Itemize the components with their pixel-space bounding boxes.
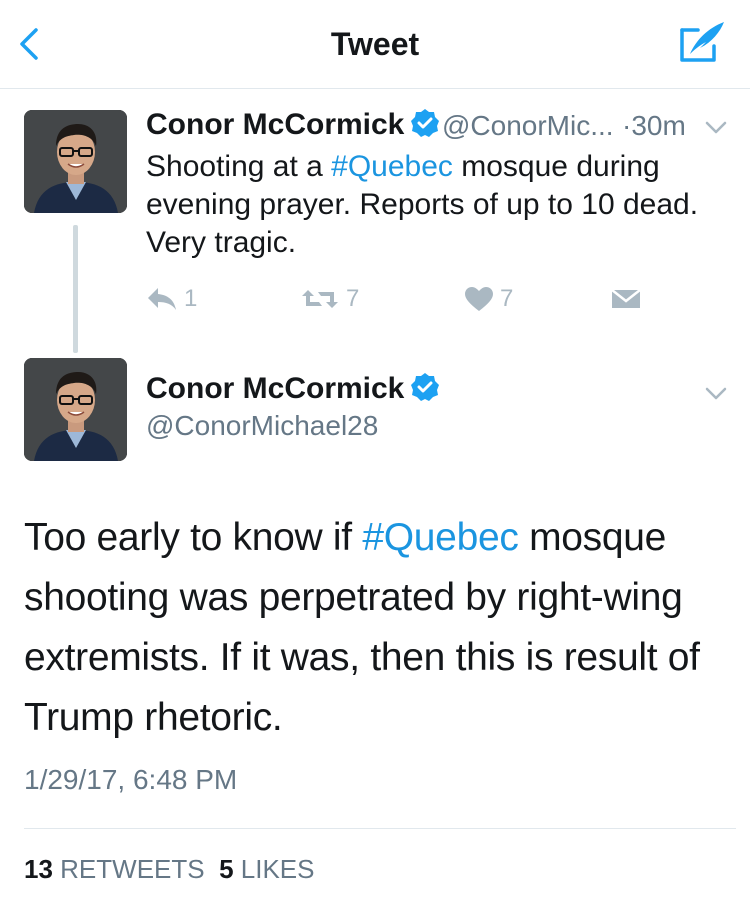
tweet-time: ·30m [622,110,686,141]
tweet-text: Shooting at a #Quebec mosque during even… [146,150,699,259]
like-button[interactable]: 7 [464,284,513,314]
tweet-header: Conor McCormick [146,108,440,148]
heart-icon [465,287,493,311]
divider [24,828,736,829]
avatar[interactable] [24,358,127,461]
user-name[interactable]: Conor McCormick [146,372,404,405]
user-handle[interactable]: @ConorMichael28 [146,410,378,442]
direct-message-button[interactable] [610,284,648,314]
verified-badge-icon [410,108,440,138]
hashtag-link[interactable]: #Quebec [331,150,453,183]
user-name[interactable]: Conor McCormick [146,108,404,141]
reply-count: 1 [184,285,198,312]
tweet-header: Conor McCormick [146,372,440,406]
avatar[interactable] [24,110,127,213]
like-count: 7 [500,285,514,312]
retweet-button[interactable]: 7 [300,284,359,314]
verified-badge-icon [410,372,440,402]
retweet-count: 7 [346,285,360,312]
envelope-icon [611,289,641,308]
tweet-text: Too early to know if #Quebec mosque shoo… [24,516,700,739]
navigation-bar: Tweet [0,0,750,89]
thread-connector [73,225,78,353]
compose-tweet-icon[interactable] [676,18,728,66]
tweet-timestamp: 1/29/17, 6:48 PM [24,764,238,795]
tweet-stats: 13 RETWEETS 5 LIKES [24,854,314,885]
chevron-down-icon[interactable] [704,120,728,136]
hashtag-link[interactable]: #Quebec [362,516,518,559]
retweet-icon [302,290,338,308]
reply-icon [148,288,176,310]
page-title: Tweet [330,26,420,62]
likes-stat[interactable]: 5 LIKES [219,854,314,884]
chevron-down-icon[interactable] [704,386,728,402]
reply-button[interactable]: 1 [146,284,197,314]
user-handle[interactable]: @ConorMic... [442,110,614,142]
retweets-stat[interactable]: 13 RETWEETS [24,854,205,884]
